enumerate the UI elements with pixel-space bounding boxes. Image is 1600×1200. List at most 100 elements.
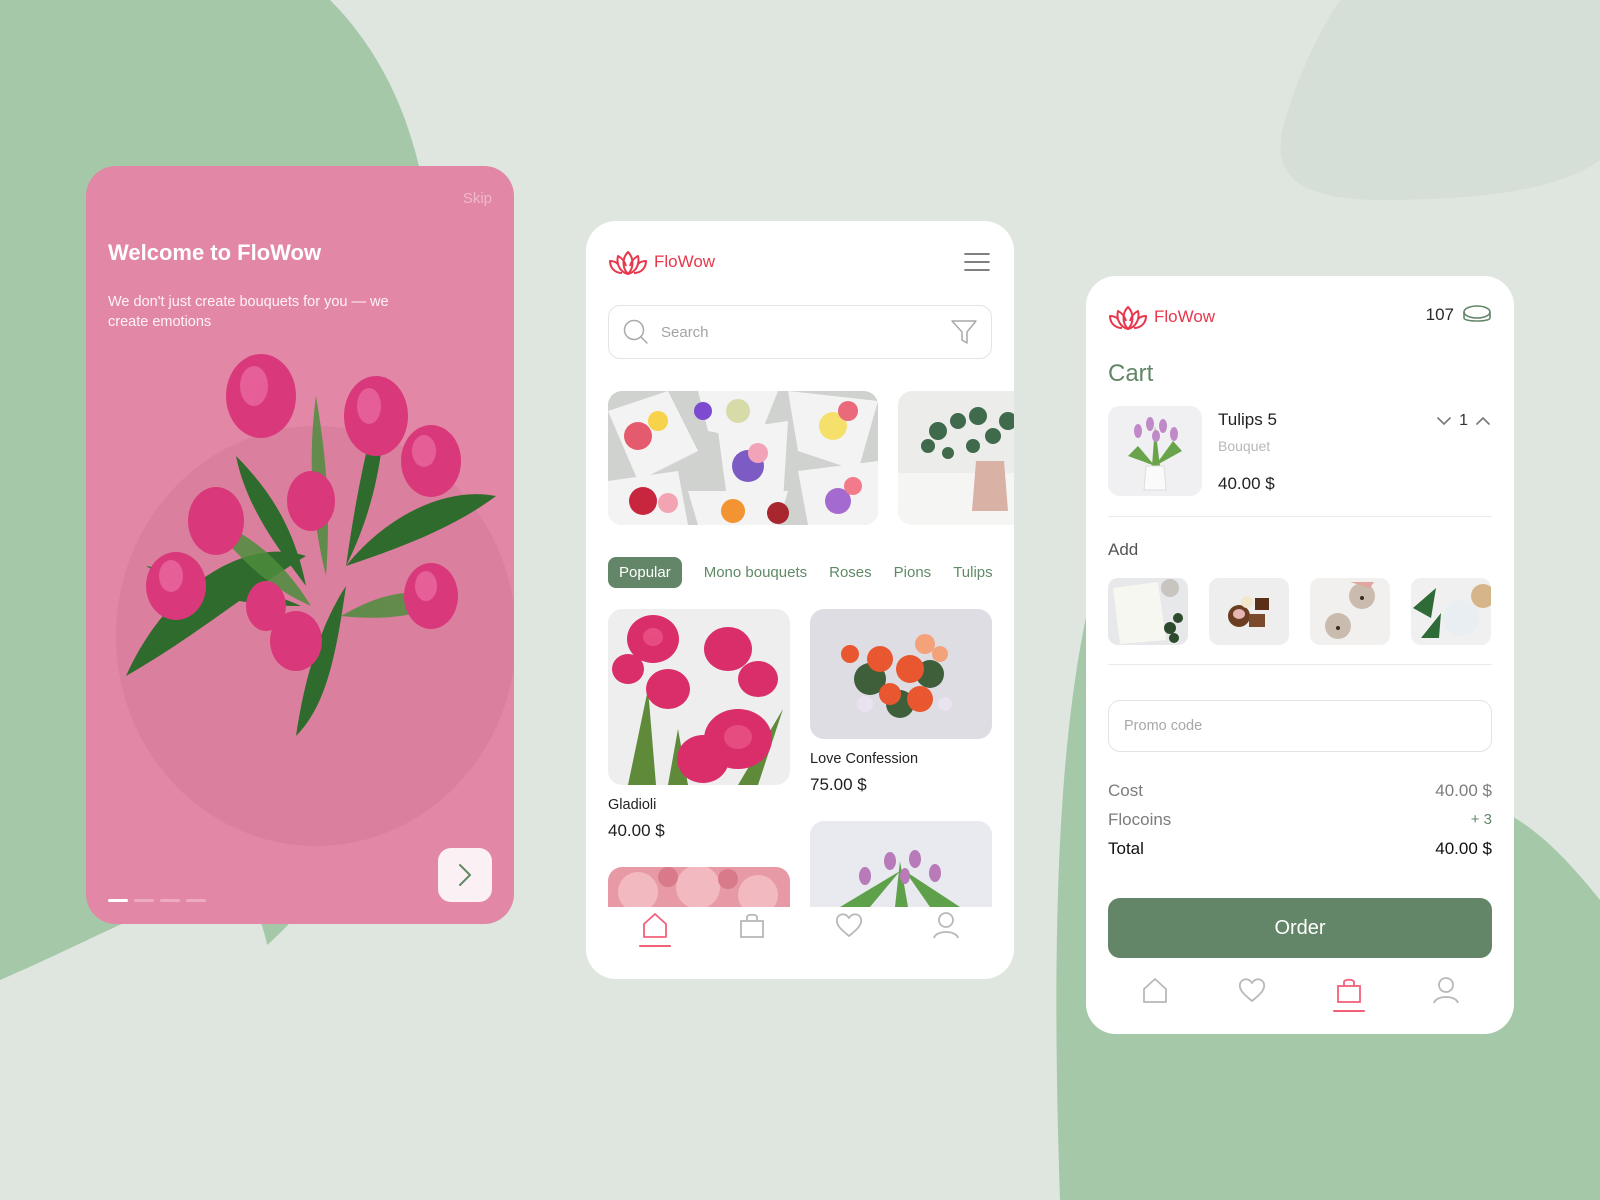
addon-teddy-bears[interactable] (1310, 578, 1390, 645)
quantity-value: 1 (1459, 412, 1468, 429)
divider (1108, 664, 1492, 665)
heart-icon (835, 913, 862, 937)
addon-card[interactable] (1108, 578, 1188, 645)
nav-cart[interactable] (730, 907, 774, 951)
brand-name: FloWow (1154, 307, 1216, 326)
search-bar (608, 305, 992, 359)
product-price: 40.00 $ (608, 821, 665, 840)
search-icon (623, 319, 648, 344)
nav-home[interactable] (633, 907, 677, 951)
promo-code-input[interactable] (1124, 718, 1476, 734)
product-name: Love Confession (810, 751, 919, 767)
lotus-logo-icon (1109, 306, 1147, 330)
nav-profile[interactable] (1424, 972, 1468, 1016)
cart-item: Tulips 5 Bouquet 40.00 $ 1 (1108, 406, 1492, 520)
bag-icon (739, 913, 764, 938)
order-button[interactable]: Order (1108, 898, 1492, 958)
search-input[interactable] (661, 323, 951, 341)
chevron-right-icon (459, 864, 471, 886)
tulips-thumbnail (1108, 406, 1202, 496)
gladioli-image (608, 609, 790, 785)
tab-tulips[interactable]: Tulips (942, 557, 1003, 588)
active-indicator (638, 945, 671, 947)
chevron-down-icon[interactable] (1437, 416, 1451, 426)
quantity-stepper: 1 (1437, 412, 1490, 430)
onboarding-subtitle: We don't just create bouquets for you — … (108, 294, 389, 330)
promo-code-field (1108, 700, 1492, 752)
product-card[interactable] (608, 867, 790, 907)
tab-pions[interactable]: Pions (883, 557, 943, 588)
filter-icon[interactable] (951, 319, 977, 345)
nav-favorites[interactable] (827, 907, 871, 951)
cart-screen: FloWow 107 Cart Tulips 5 Bouquet 40.00 $… (1086, 276, 1514, 1034)
user-icon (932, 912, 959, 939)
bottom-nav (586, 907, 1014, 979)
nav-profile[interactable] (924, 907, 968, 951)
flocoins-value: + 3 (1470, 811, 1492, 828)
divider (1108, 516, 1492, 517)
nav-cart[interactable] (1327, 972, 1371, 1016)
chevron-up-icon[interactable] (1476, 416, 1490, 426)
addon-balloons[interactable] (1411, 578, 1491, 645)
page-title: Cart (1108, 360, 1154, 387)
active-indicator (1332, 1010, 1365, 1012)
bag-icon (1336, 978, 1361, 1003)
skip-link[interactable]: Skip (463, 190, 492, 207)
cost-value: 40.00 $ (1435, 780, 1492, 800)
lotus-logo-icon (609, 251, 647, 275)
user-icon (1432, 977, 1459, 1004)
item-name: Tulips 5 (1218, 410, 1277, 429)
next-button[interactable] (438, 848, 492, 902)
cost-row: Cost 40.00 $ (1108, 776, 1492, 805)
product-card[interactable]: Love Confession 75.00 $ (810, 609, 992, 795)
flocoins-label: Flocoins (1108, 809, 1172, 829)
tab-roses[interactable]: Roses (818, 557, 883, 588)
tulips-vase-image (810, 821, 992, 907)
page-dot-active (108, 899, 128, 902)
love-confession-image (810, 609, 992, 739)
cost-label: Cost (1108, 780, 1143, 800)
hamburger-menu-icon[interactable] (964, 252, 990, 272)
brand-logo[interactable]: FloWow (1108, 303, 1215, 331)
page-indicator (108, 899, 206, 902)
banner-eucalyptus[interactable] (898, 391, 1014, 525)
onboarding-title: Welcome to FloWow (108, 240, 322, 265)
wrapped-bouquets-image (608, 391, 878, 525)
nav-favorites[interactable] (1230, 972, 1274, 1016)
page-dot (160, 899, 180, 902)
catalog-screen: FloWow Search Popular Mono bouquets Rose… (586, 221, 1014, 979)
total-label: Total (1108, 838, 1144, 858)
flocoins-row: Flocoins + 3 (1108, 805, 1492, 834)
item-price: 40.00 $ (1218, 474, 1275, 493)
eucalyptus-vase-image (898, 391, 1014, 525)
item-type: Bouquet (1218, 438, 1271, 454)
order-summary: Cost 40.00 $ Flocoins + 3 Total 40.00 $ (1108, 776, 1492, 863)
banner-wrapped-bouquets[interactable] (608, 391, 878, 525)
product-card[interactable]: Gladioli 40.00 $ (608, 609, 790, 841)
coin-stack-icon (1463, 305, 1491, 322)
heart-icon (1238, 978, 1265, 1002)
blob-top-right (1280, 0, 1600, 200)
tab-popular[interactable]: Popular (608, 557, 682, 588)
category-tabs: Popular Mono bouquets Roses Pions Tulips (608, 557, 1004, 588)
tab-mono-bouquets[interactable]: Mono bouquets (693, 557, 818, 588)
home-icon (642, 913, 667, 938)
peonies-image (608, 867, 790, 907)
brand-logo[interactable]: FloWow (608, 248, 715, 276)
product-card[interactable] (810, 821, 992, 907)
page-dot (134, 899, 154, 902)
nav-home[interactable] (1133, 972, 1177, 1016)
total-value: 40.00 $ (1435, 838, 1492, 858)
bottom-nav (1086, 972, 1514, 1034)
coins-count: 107 (1425, 305, 1454, 324)
home-icon (1142, 978, 1167, 1003)
add-section-title: Add (1108, 540, 1139, 559)
addon-chocolates[interactable] (1209, 578, 1289, 645)
page-dot (186, 899, 206, 902)
brand-name: FloWow (654, 252, 716, 271)
onboarding-screen: Skip Welcome to FloWow We don't just cre… (86, 166, 514, 924)
product-name: Gladioli (608, 797, 657, 813)
tulip-bouquet-image (116, 354, 514, 846)
flocoins-balance[interactable]: 107 (1426, 304, 1492, 326)
addon-list (1108, 578, 1491, 645)
